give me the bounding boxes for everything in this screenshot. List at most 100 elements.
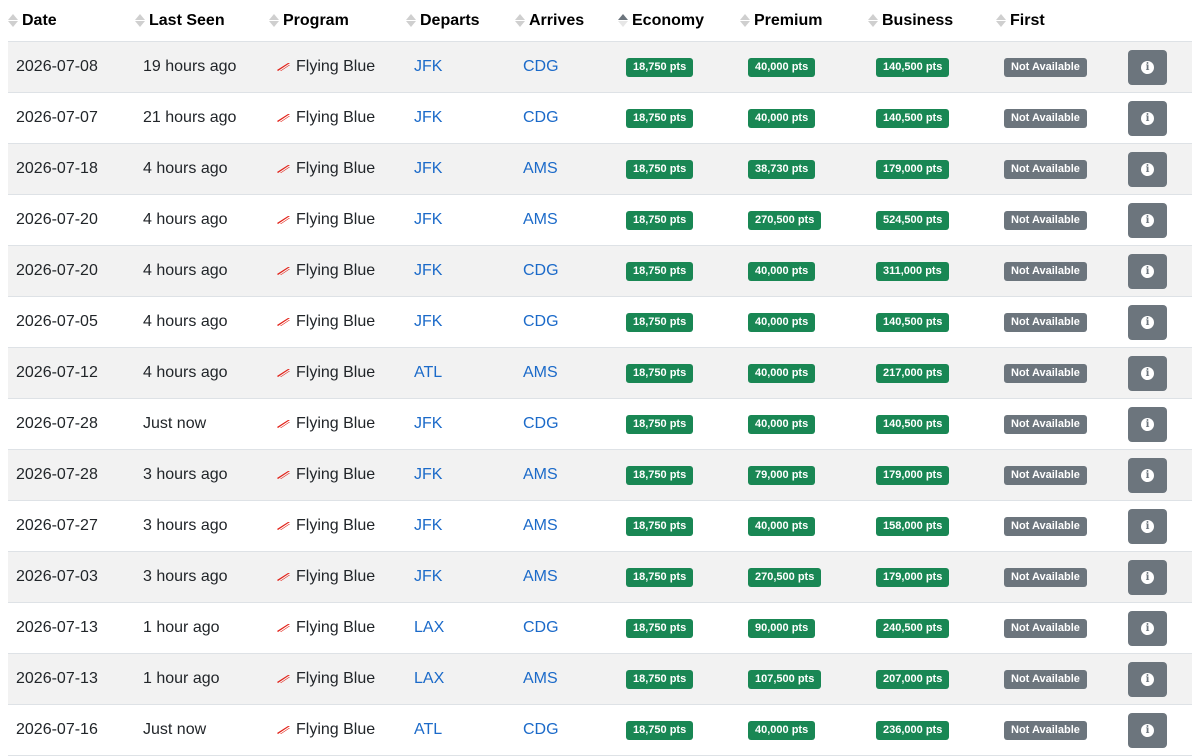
premium-cell: 40,000 pts	[748, 312, 876, 332]
departs-link[interactable]: JFK	[414, 313, 442, 330]
business-badge: 240,500 pts	[876, 619, 950, 638]
last-seen-cell: 1 hour ago	[143, 670, 277, 688]
details-button[interactable]: i	[1128, 661, 1167, 697]
details-button[interactable]: i	[1128, 304, 1167, 340]
info-icon: i	[1141, 468, 1154, 482]
table-row: 2026-07-08 19 hours ago Flying Blue JFK CDG 1…	[8, 42, 1192, 93]
date-cell: 2026-07-18	[8, 160, 143, 178]
arrives-link[interactable]: AMS	[523, 568, 558, 585]
arrives-link[interactable]: CDG	[523, 415, 559, 432]
business-cell: 236,000 pts	[876, 720, 1004, 740]
premium-cell: 40,000 pts	[748, 720, 876, 740]
details-button[interactable]: i	[1128, 457, 1167, 493]
airline-logo-icon	[277, 113, 291, 123]
departs-cell: JFK	[414, 313, 523, 331]
departs-link[interactable]: JFK	[414, 517, 442, 534]
last-seen-text: 4 hours ago	[143, 313, 228, 330]
actions-cell: i	[1128, 559, 1192, 595]
departs-link[interactable]: JFK	[414, 262, 442, 279]
departs-link[interactable]: JFK	[414, 58, 442, 75]
details-button[interactable]: i	[1128, 508, 1167, 544]
info-icon: i	[1141, 264, 1154, 278]
arrives-link[interactable]: CDG	[523, 721, 559, 738]
arrives-link[interactable]: AMS	[523, 670, 558, 687]
column-header-first[interactable]: First	[996, 12, 1122, 30]
last-seen-cell: 21 hours ago	[143, 109, 277, 127]
details-button[interactable]: i	[1128, 151, 1167, 187]
arrives-link[interactable]: AMS	[523, 364, 558, 381]
business-badge: 179,000 pts	[876, 466, 950, 485]
column-header-last-seen[interactable]: Last Seen	[135, 12, 269, 30]
economy-badge: 18,750 pts	[626, 58, 694, 77]
departs-link[interactable]: LAX	[414, 670, 444, 687]
business-cell: 140,500 pts	[876, 108, 1004, 128]
column-header-premium[interactable]: Premium	[740, 12, 868, 30]
departs-link[interactable]: ATL	[414, 364, 442, 381]
details-button[interactable]: i	[1128, 406, 1167, 442]
economy-badge: 18,750 pts	[626, 568, 694, 587]
arrives-link[interactable]: CDG	[523, 58, 559, 75]
business-badge: 179,000 pts	[876, 568, 950, 587]
details-button[interactable]: i	[1128, 559, 1167, 595]
departs-link[interactable]: JFK	[414, 109, 442, 126]
actions-cell: i	[1128, 304, 1192, 340]
departs-link[interactable]: JFK	[414, 415, 442, 432]
airline-logo-icon	[277, 164, 291, 174]
column-header-economy[interactable]: Economy	[618, 12, 740, 30]
first-badge: Not Available	[1004, 670, 1087, 689]
arrives-cell: CDG	[523, 262, 626, 280]
date-cell: 2026-07-28	[8, 466, 143, 484]
arrives-link[interactable]: AMS	[523, 160, 558, 177]
economy-cell: 18,750 pts	[626, 669, 748, 689]
arrives-link[interactable]: CDG	[523, 109, 559, 126]
column-label: Date	[22, 11, 57, 29]
premium-badge: 270,500 pts	[748, 568, 822, 587]
info-icon: i	[1141, 315, 1154, 329]
arrives-link[interactable]: AMS	[523, 517, 558, 534]
arrives-link[interactable]: CDG	[523, 619, 559, 636]
details-button[interactable]: i	[1128, 202, 1167, 238]
program-cell: Flying Blue	[277, 211, 414, 229]
program-text: Flying Blue	[296, 415, 376, 432]
column-header-departs[interactable]: Departs	[406, 12, 515, 30]
airline-logo-icon	[277, 419, 291, 429]
details-button[interactable]: i	[1128, 712, 1167, 748]
column-label: Economy	[632, 11, 705, 29]
details-button[interactable]: i	[1128, 355, 1167, 391]
column-label: Arrives	[529, 11, 585, 29]
info-icon: i	[1141, 621, 1154, 635]
column-header-program[interactable]: Program	[269, 12, 406, 30]
arrives-link[interactable]: CDG	[523, 313, 559, 330]
column-header-date[interactable]: Date	[8, 12, 135, 30]
arrives-link[interactable]: AMS	[523, 466, 558, 483]
departs-link[interactable]: ATL	[414, 721, 442, 738]
premium-cell: 90,000 pts	[748, 618, 876, 638]
first-cell: Not Available	[1004, 720, 1130, 740]
actions-cell: i	[1128, 661, 1192, 697]
column-header-business[interactable]: Business	[868, 12, 996, 30]
date-cell: 2026-07-12	[8, 364, 143, 382]
departs-link[interactable]: JFK	[414, 160, 442, 177]
departs-link[interactable]: JFK	[414, 211, 442, 228]
departs-link[interactable]: JFK	[414, 466, 442, 483]
first-cell: Not Available	[1004, 618, 1130, 638]
details-button[interactable]: i	[1128, 49, 1167, 85]
first-badge: Not Available	[1004, 517, 1087, 536]
arrives-link[interactable]: AMS	[523, 211, 558, 228]
details-button[interactable]: i	[1128, 610, 1167, 646]
date-cell: 2026-07-08	[8, 58, 143, 76]
business-badge: 207,000 pts	[876, 670, 950, 689]
arrives-link[interactable]: CDG	[523, 262, 559, 279]
arrives-cell: AMS	[523, 211, 626, 229]
date-cell: 2026-07-07	[8, 109, 143, 127]
departs-link[interactable]: JFK	[414, 568, 442, 585]
info-icon: i	[1141, 60, 1154, 74]
date-text: 2026-07-05	[16, 313, 98, 330]
departs-link[interactable]: LAX	[414, 619, 444, 636]
details-button[interactable]: i	[1128, 253, 1167, 289]
last-seen-text: 1 hour ago	[143, 670, 220, 687]
details-button[interactable]: i	[1128, 100, 1167, 136]
last-seen-text: 19 hours ago	[143, 58, 237, 75]
column-header-arrives[interactable]: Arrives	[515, 12, 618, 30]
departs-cell: ATL	[414, 721, 523, 739]
